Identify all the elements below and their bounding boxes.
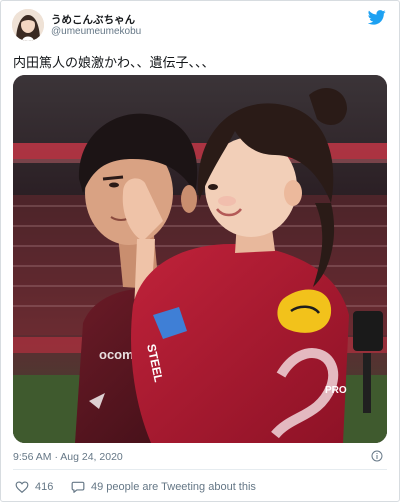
- like-count: 416: [35, 481, 54, 493]
- user-handle[interactable]: @umeumeumekobu: [51, 26, 141, 37]
- info-icon[interactable]: [371, 450, 383, 462]
- tweet-photo[interactable]: ocom STEEL PRO: [13, 75, 387, 443]
- discussion-text: 49 people are Tweeting about this: [91, 481, 256, 493]
- tweet-text: 内田篤人の娘激かわ、、遺伝子、、、: [13, 55, 215, 70]
- speech-bubble-icon: [71, 481, 85, 493]
- heart-icon: [15, 481, 29, 494]
- display-name[interactable]: うめこんぶちゃん: [51, 12, 135, 27]
- tweet-timestamp[interactable]: 9:56 AM · Aug 24, 2020: [13, 451, 123, 463]
- tweet-card[interactable]: うめこんぶちゃん @umeumeumekobu 内田篤人の娘激かわ、、遺伝子、、…: [0, 0, 400, 502]
- girl-sleeve-text: PRO: [325, 385, 347, 396]
- twitter-bird-icon[interactable]: [368, 10, 386, 25]
- man-jersey-text: ocom: [99, 347, 134, 362]
- discussion-link[interactable]: 49 people are Tweeting about this: [71, 480, 256, 494]
- avatar[interactable]: [12, 9, 44, 41]
- like-button[interactable]: 416: [15, 480, 53, 494]
- divider: [13, 469, 387, 470]
